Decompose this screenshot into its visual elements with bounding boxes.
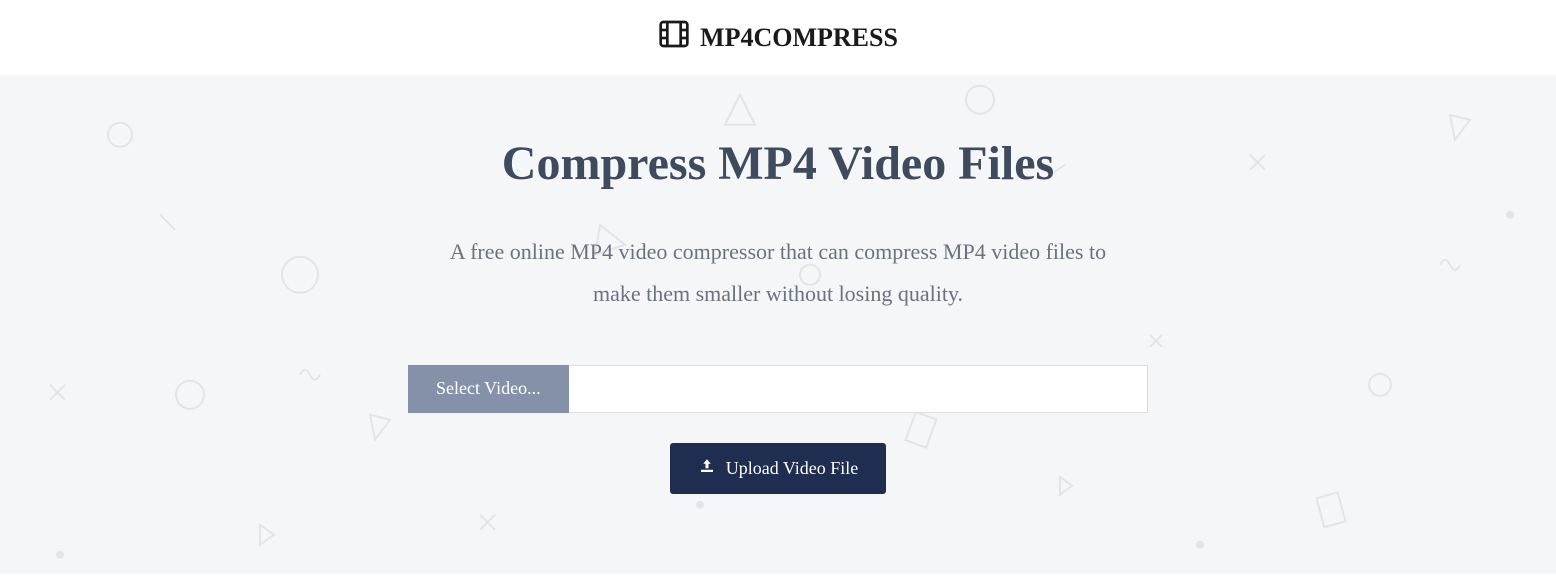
file-selector-row: Select Video... (408, 365, 1148, 413)
page-subtitle: A free online MP4 video compressor that … (428, 231, 1128, 315)
select-video-button[interactable]: Select Video... (408, 365, 569, 413)
select-video-label: Select Video... (436, 378, 541, 399)
file-path-input[interactable] (569, 365, 1148, 413)
hero-section: Compress MP4 Video Files A free online M… (0, 76, 1556, 574)
hero-content: Compress MP4 Video Files A free online M… (398, 136, 1158, 494)
upload-video-button[interactable]: Upload Video File (670, 443, 887, 494)
upload-icon (698, 457, 716, 480)
film-icon (658, 18, 690, 57)
page-title: Compress MP4 Video Files (398, 136, 1158, 191)
upload-label: Upload Video File (726, 458, 859, 479)
brand-text: MP4COMPRESS (700, 23, 898, 53)
brand-link[interactable]: MP4COMPRESS (658, 18, 898, 57)
site-header: MP4COMPRESS (0, 0, 1556, 76)
